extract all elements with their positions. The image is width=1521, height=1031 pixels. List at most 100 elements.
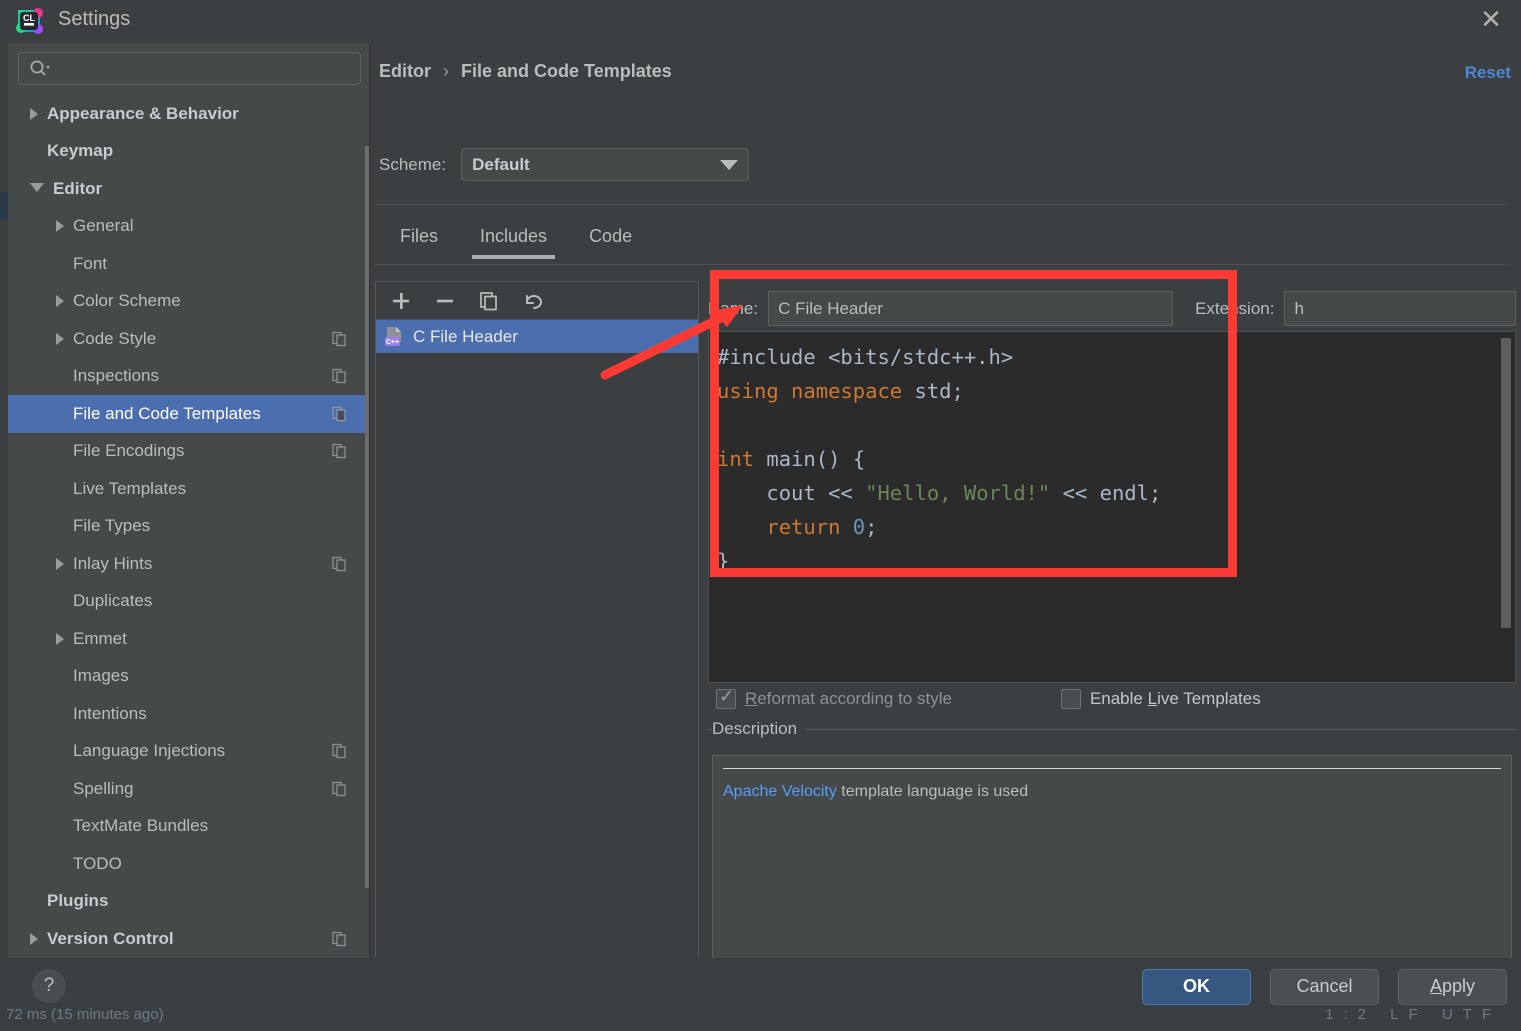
- chevron-right-icon[interactable]: [56, 632, 64, 645]
- tab-code[interactable]: Code: [568, 217, 653, 259]
- chevron-down-icon[interactable]: [30, 182, 44, 198]
- svg-text:C++: C++: [386, 339, 399, 346]
- apache-velocity-link[interactable]: Apache Velocity: [723, 783, 837, 800]
- sidebar-item-label: Emmet: [73, 628, 127, 648]
- remove-icon[interactable]: [432, 288, 458, 314]
- sidebar-item-general[interactable]: General: [8, 208, 369, 246]
- copy-settings-icon[interactable]: [332, 444, 347, 459]
- code-token: std;: [902, 379, 964, 403]
- sidebar-item-label: Images: [73, 666, 129, 686]
- sidebar-item-label: Code Style: [73, 328, 157, 348]
- sidebar-item-code-style[interactable]: Code Style: [8, 320, 369, 358]
- code-token: "Hello, World!": [865, 481, 1051, 505]
- sidebar-item-inlay-hints[interactable]: Inlay Hints: [8, 545, 369, 583]
- breadcrumb-separator: ›: [443, 61, 450, 81]
- code-editor-content[interactable]: #include <bits/stdc++.h> using namespace …: [709, 332, 1515, 578]
- chevron-right-icon[interactable]: [56, 220, 64, 233]
- sidebar-item-inspections[interactable]: Inspections: [8, 358, 369, 396]
- enable-live-templates-checkbox-box[interactable]: [1060, 689, 1081, 709]
- template-list-panel: C++ C File Header: [375, 281, 699, 958]
- sidebar-item-file-types[interactable]: File Types: [8, 508, 369, 546]
- sidebar-item-emmet[interactable]: Emmet: [8, 620, 369, 658]
- sidebar-item-version-control[interactable]: Version Control: [8, 920, 369, 958]
- chevron-right-icon[interactable]: [56, 295, 64, 308]
- reformat-checkbox-box[interactable]: [716, 686, 736, 709]
- copy-settings-icon[interactable]: [332, 406, 347, 421]
- scheme-row: Scheme: Default: [379, 148, 750, 181]
- reset-link[interactable]: Reset: [1465, 63, 1511, 83]
- chevron-down-icon: [720, 159, 739, 170]
- copy-settings-icon[interactable]: [332, 931, 347, 946]
- sidebar-item-intentions[interactable]: Intentions: [8, 695, 369, 733]
- scheme-dropdown[interactable]: Default: [461, 148, 750, 181]
- code-token: using namespace: [717, 379, 903, 403]
- sidebar-item-todo[interactable]: TODO: [8, 845, 369, 883]
- copy-settings-icon[interactable]: [332, 781, 347, 796]
- sidebar-item-textmate-bundles[interactable]: TextMate Bundles: [8, 808, 369, 846]
- search-input[interactable]: [55, 60, 360, 77]
- chevron-right-icon[interactable]: [56, 557, 64, 570]
- sidebar-item-plugins[interactable]: Plugins: [8, 883, 369, 921]
- tab-includes[interactable]: Includes: [459, 217, 568, 259]
- breadcrumb-parent[interactable]: Editor: [379, 61, 431, 81]
- sidebar-item-language-injections[interactable]: Language Injections: [8, 733, 369, 771]
- copy-icon[interactable]: [476, 288, 502, 314]
- code-editor-scrollbar-thumb[interactable]: [1501, 338, 1511, 628]
- sidebar-item-label: Editor: [53, 178, 103, 198]
- sidebar-item-keymap[interactable]: Keymap: [8, 133, 369, 171]
- dialog-title: Settings: [58, 8, 131, 30]
- sidebar-item-label: File Types: [73, 516, 151, 536]
- sidebar-item-color-scheme[interactable]: Color Scheme: [8, 283, 369, 321]
- sidebar-item-appearance-behavior[interactable]: Appearance & Behavior: [8, 95, 369, 133]
- code-line: #include <bits/stdc++.h>: [717, 340, 1515, 374]
- enable-live-templates-checkbox-label: Enable Live Templates: [1089, 689, 1261, 708]
- settings-sidebar: Appearance & Behavior Keymap Editor General…: [8, 43, 370, 958]
- sidebar-item-editor[interactable]: Editor: [8, 170, 369, 208]
- reformat-checkbox[interactable]: Reformat according to style: [716, 686, 952, 709]
- copy-settings-icon[interactable]: [332, 369, 347, 384]
- dialog-body: Appearance & Behavior Keymap Editor General…: [8, 43, 1521, 958]
- name-input[interactable]: C File Header: [768, 291, 1174, 326]
- enable-live-templates-checkbox[interactable]: Enable Live Templates: [1060, 689, 1261, 709]
- code-token: << endl;: [1050, 481, 1162, 505]
- chevron-right-icon[interactable]: [30, 932, 38, 945]
- sidebar-item-duplicates[interactable]: Duplicates: [8, 583, 369, 621]
- sidebar-item-label: Language Injections: [73, 741, 226, 761]
- sidebar-item-live-templates[interactable]: Live Templates: [8, 470, 369, 508]
- copy-settings-icon[interactable]: [332, 556, 347, 571]
- footer-buttons: OK Cancel Apply: [1142, 968, 1507, 1005]
- sidebar-item-images[interactable]: Images: [8, 658, 369, 696]
- sidebar-item-label: TODO: [73, 853, 122, 873]
- add-icon[interactable]: [388, 288, 414, 314]
- tab-files[interactable]: Files: [379, 217, 459, 259]
- dialog-titlebar: CL Settings ✕: [8, 0, 1521, 43]
- search-box[interactable]: [18, 52, 361, 85]
- copy-settings-icon[interactable]: [332, 331, 347, 346]
- chevron-right-icon[interactable]: [56, 332, 64, 345]
- ok-button[interactable]: OK: [1142, 968, 1251, 1005]
- extension-input[interactable]: h: [1284, 291, 1516, 326]
- code-token: cout <<: [717, 481, 866, 505]
- sidebar-item-font[interactable]: Font: [8, 245, 369, 283]
- description-title: Description: [712, 719, 806, 739]
- clion-icon: CL: [14, 6, 44, 36]
- code-line: cout << "Hello, World!" << endl;: [717, 476, 1515, 510]
- reformat-checkbox-label: Reformat according to style: [745, 689, 952, 708]
- sidebar-item-file-encodings[interactable]: File Encodings: [8, 433, 369, 471]
- cancel-button[interactable]: Cancel: [1270, 968, 1379, 1005]
- help-button[interactable]: ?: [32, 968, 66, 1003]
- code-line: int main() {: [717, 442, 1515, 476]
- copy-settings-icon[interactable]: [332, 744, 347, 759]
- close-icon[interactable]: ✕: [1475, 6, 1507, 36]
- ide-status-right: 1:2 LF UTF: [1325, 1006, 1501, 1023]
- code-editor[interactable]: #include <bits/stdc++.h> using namespace …: [708, 331, 1516, 683]
- sidebar-item-spelling[interactable]: Spelling: [8, 770, 369, 808]
- template-list-item[interactable]: C++ C File Header: [376, 320, 698, 353]
- sidebar-item-label: TextMate Bundles: [73, 816, 209, 836]
- chevron-right-icon[interactable]: [30, 107, 38, 120]
- name-extension-row: Name: C File Header Extension: h: [708, 291, 1516, 326]
- revert-icon[interactable]: [520, 288, 546, 314]
- apply-button[interactable]: Apply: [1398, 968, 1507, 1005]
- sidebar-item-file-and-code-templates[interactable]: File and Code Templates: [8, 395, 369, 433]
